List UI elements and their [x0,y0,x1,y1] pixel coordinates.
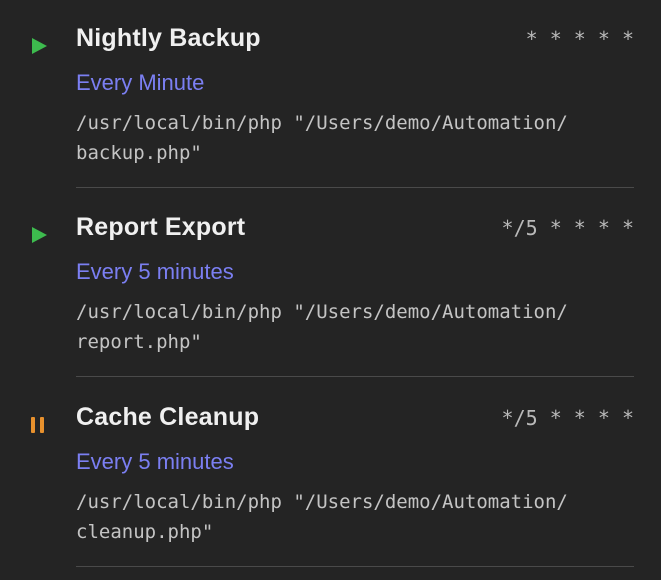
job-row[interactable]: Report Export */5 * * * * Every 5 minute… [0,189,661,378]
job-schedule: Every Minute [76,70,205,95]
job-title: Nightly Backup [76,24,261,52]
job-command-line: report.php" [76,331,202,353]
job-command-line: /usr/local/bin/php "/Users/demo/Automati… [76,491,568,513]
job-title: Report Export [76,213,246,241]
job-command: /usr/local/bin/php "/Users/demo/Automati… [76,297,646,357]
cron-job-list: Nightly Backup * * * * * Every Minute /u… [0,0,661,580]
job-row[interactable]: Cache Cleanup */5 * * * * Every 5 minute… [0,379,661,568]
job-schedule: Every 5 minutes [76,449,234,474]
job-command-line: backup.php" [76,142,202,164]
play-icon[interactable] [30,37,48,55]
play-icon[interactable] [30,226,48,244]
cron-expression: */5 * * * * [501,406,634,430]
job-row[interactable]: Nightly Backup * * * * * Every Minute /u… [0,0,661,189]
job-command-line: /usr/local/bin/php "/Users/demo/Automati… [76,112,568,134]
job-command-line: cleanup.php" [76,521,214,543]
divider [76,376,634,377]
pause-bars [31,417,48,433]
divider [76,187,634,188]
divider [76,566,634,567]
cron-expression: * * * * * [525,27,634,51]
job-schedule: Every 5 minutes [76,259,234,284]
job-title: Cache Cleanup [76,403,260,431]
job-command: /usr/local/bin/php "/Users/demo/Automati… [76,108,646,168]
play-triangle [32,38,47,54]
job-command-line: /usr/local/bin/php "/Users/demo/Automati… [76,301,568,323]
job-command: /usr/local/bin/php "/Users/demo/Automati… [76,487,646,547]
cron-expression: */5 * * * * [501,216,634,240]
play-triangle [32,227,47,243]
pause-icon[interactable] [30,416,48,434]
